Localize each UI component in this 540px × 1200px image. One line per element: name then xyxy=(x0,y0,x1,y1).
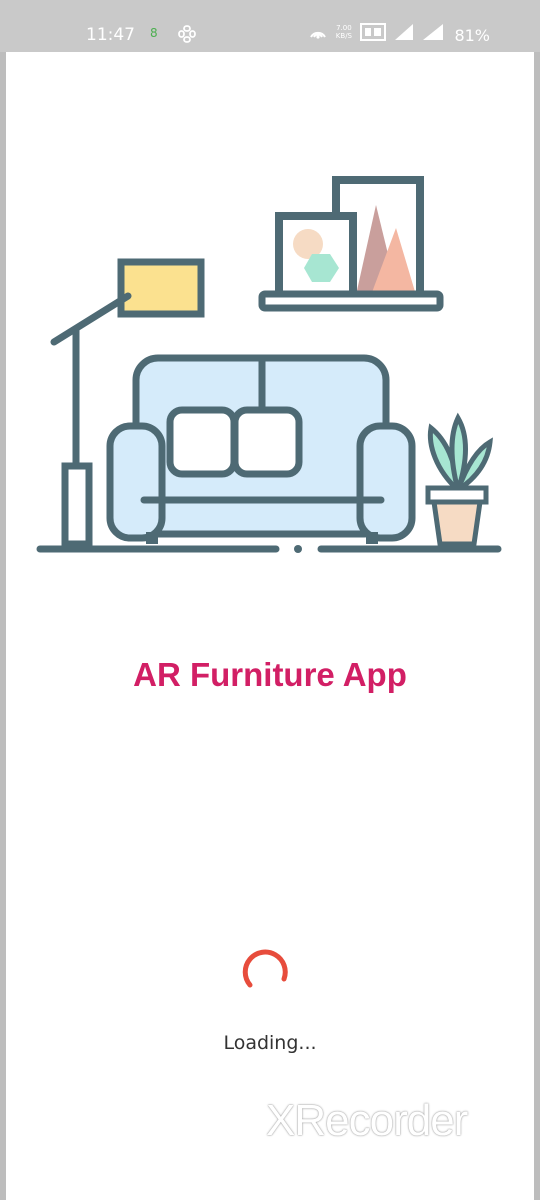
network-speed: 7.00 KB/S xyxy=(336,24,352,40)
loading-spinner xyxy=(242,949,288,988)
loading-text: Loading... xyxy=(223,1032,317,1054)
signal-icon-sim1 xyxy=(395,24,413,40)
recorder-watermark: XRecorder xyxy=(266,1096,468,1145)
screen-frame-right xyxy=(534,0,540,1200)
status-bar: 11:47 8 7.00 KB/S 81% xyxy=(0,0,540,52)
app-title: AR Furniture App xyxy=(133,656,407,693)
signal-icon-sim2 xyxy=(423,24,443,40)
living-room-illustration xyxy=(36,176,502,553)
hotspot-icon xyxy=(309,31,326,39)
battery-percentage: 81% xyxy=(454,26,490,45)
network-speed-unit: KB/S xyxy=(335,32,352,40)
app-notification-icon xyxy=(178,25,196,43)
volte-icon xyxy=(360,23,386,41)
network-speed-value: 7.00 xyxy=(336,24,352,32)
wall-shelf xyxy=(258,176,444,312)
potted-plant xyxy=(425,412,493,547)
status-time: 11:47 xyxy=(86,25,135,45)
screen-frame-left xyxy=(0,0,6,1200)
sofa xyxy=(106,354,416,544)
notification-badge: 8 xyxy=(150,26,158,40)
